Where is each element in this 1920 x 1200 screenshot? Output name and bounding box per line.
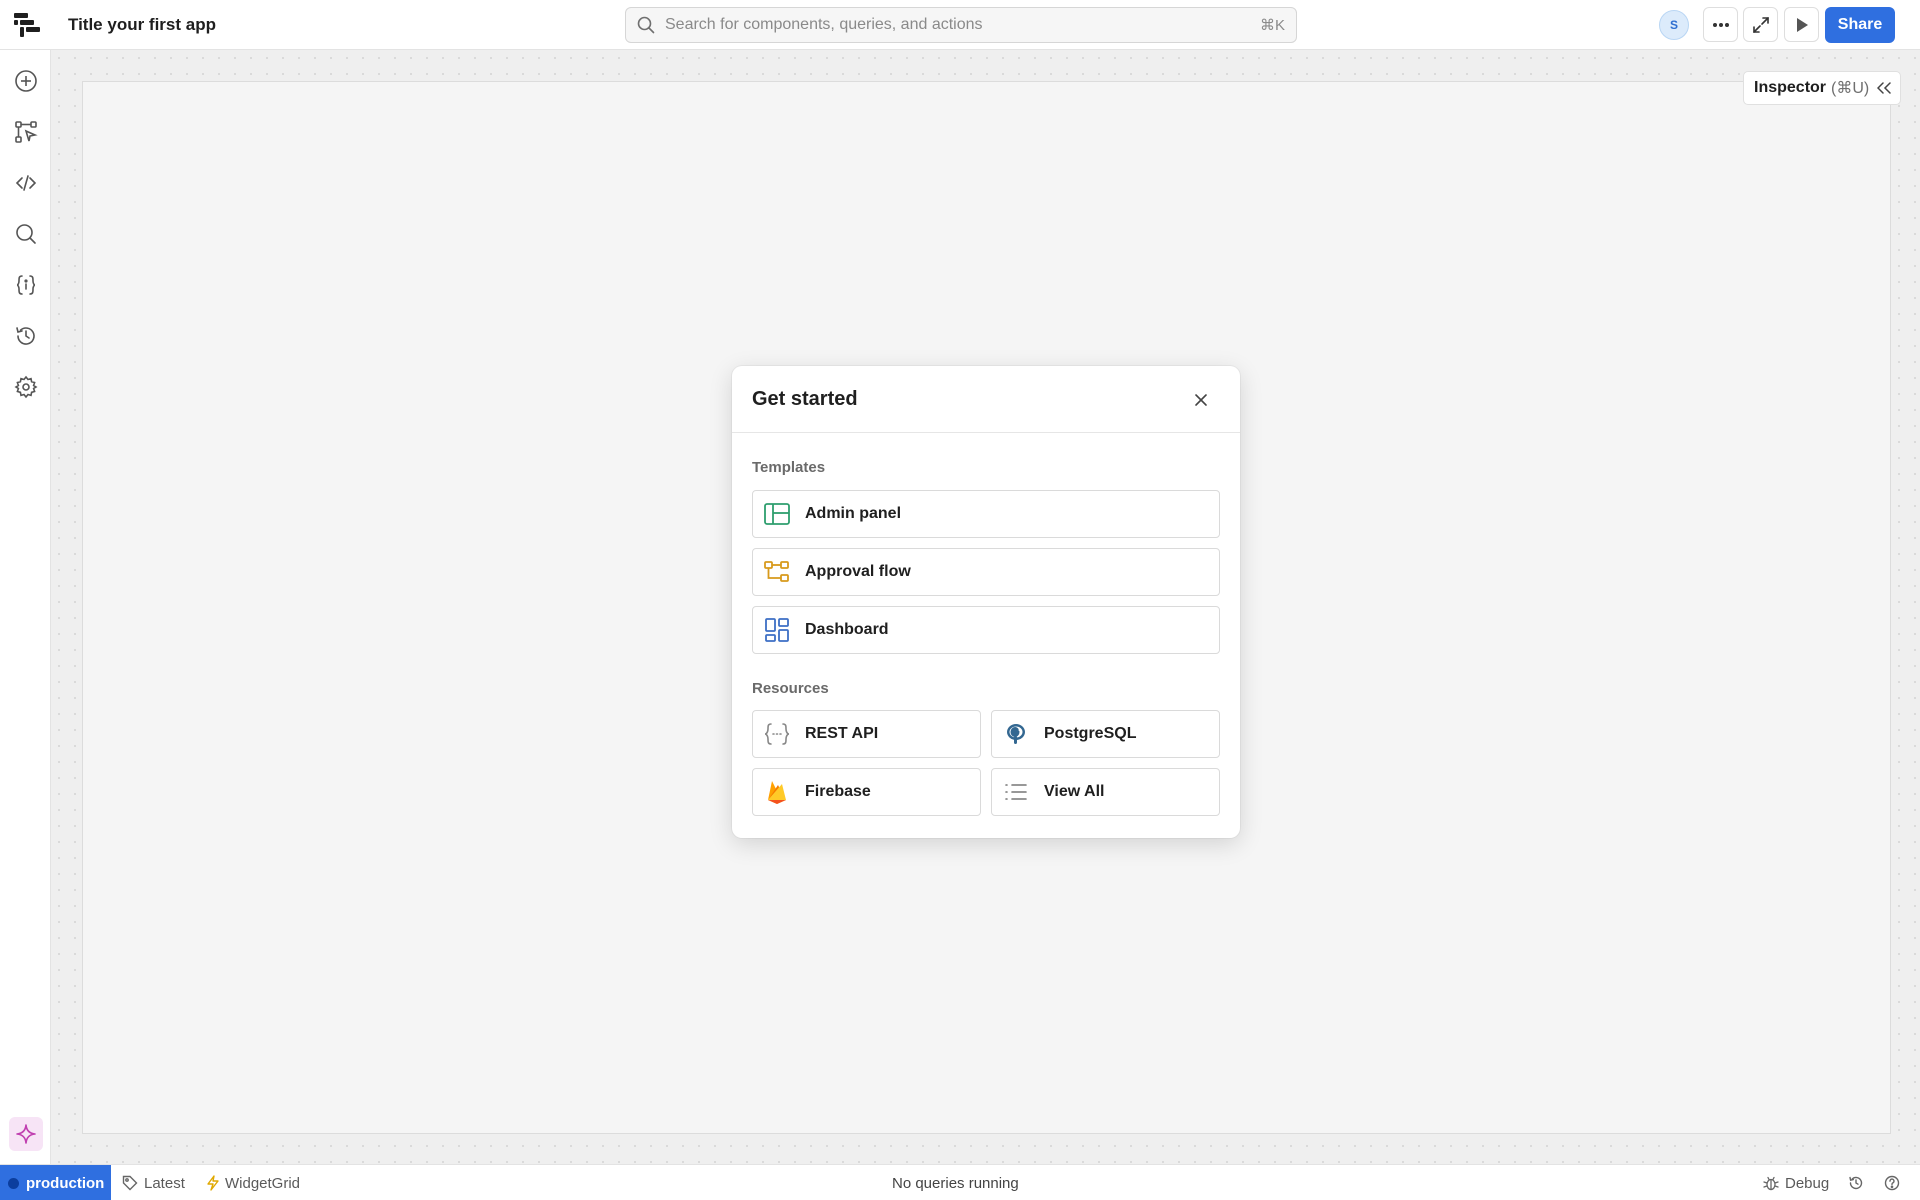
environment-selector[interactable]: production bbox=[0, 1165, 111, 1200]
dashboard-icon bbox=[764, 617, 790, 643]
history-icon bbox=[16, 327, 35, 345]
inspector-toggle[interactable]: Inspector (⌘U) bbox=[1743, 71, 1901, 105]
user-avatar[interactable]: S bbox=[1659, 10, 1689, 40]
search-input[interactable] bbox=[665, 16, 1260, 34]
resource-label: REST API bbox=[805, 725, 879, 742]
play-icon bbox=[1796, 17, 1808, 32]
postgresql-icon bbox=[1003, 721, 1029, 747]
resource-rest-api[interactable]: REST API bbox=[752, 710, 981, 758]
search-icon bbox=[16, 224, 36, 244]
search-button[interactable] bbox=[12, 220, 40, 248]
resource-label: PostgreSQL bbox=[1044, 725, 1137, 742]
history-button[interactable] bbox=[12, 322, 40, 350]
command-search[interactable]: ⌘K bbox=[625, 7, 1297, 43]
search-icon bbox=[637, 16, 655, 34]
modal-title: Get started bbox=[752, 388, 858, 410]
tag-icon bbox=[122, 1175, 138, 1191]
close-button[interactable] bbox=[1191, 390, 1211, 410]
retool-logo-icon[interactable] bbox=[14, 13, 40, 37]
variables-icon bbox=[16, 275, 36, 295]
top-bar: Title your first app ⌘K S Share bbox=[0, 0, 1920, 50]
close-icon bbox=[1195, 394, 1207, 406]
component-indicator[interactable]: WidgetGrid bbox=[207, 1165, 300, 1200]
templates-heading: Templates bbox=[752, 459, 826, 476]
resource-label: Firebase bbox=[805, 783, 871, 800]
inspector-label: Inspector bbox=[1754, 79, 1827, 96]
assist-sparkle-icon bbox=[16, 1124, 36, 1144]
component-label: WidgetGrid bbox=[225, 1174, 301, 1192]
get-started-modal: Get started Templates Admin panel Approv… bbox=[732, 366, 1240, 838]
debug-label: Debug bbox=[1785, 1174, 1830, 1192]
settings-button[interactable] bbox=[12, 373, 40, 401]
code-icon bbox=[15, 175, 37, 191]
template-label: Approval flow bbox=[805, 563, 911, 580]
history-icon bbox=[1849, 1176, 1863, 1190]
more-horizontal-icon bbox=[1712, 22, 1729, 27]
workflow-button[interactable] bbox=[12, 118, 40, 146]
preview-button[interactable] bbox=[1784, 7, 1819, 42]
assist-button[interactable] bbox=[9, 1117, 43, 1151]
resources-heading: Resources bbox=[752, 680, 829, 697]
template-label: Dashboard bbox=[805, 621, 889, 638]
template-admin-panel[interactable]: Admin panel bbox=[752, 490, 1220, 538]
resource-label: View All bbox=[1044, 783, 1105, 800]
code-button[interactable] bbox=[12, 169, 40, 197]
more-options-button[interactable] bbox=[1703, 7, 1738, 42]
search-shortcut: ⌘K bbox=[1259, 17, 1285, 34]
bug-icon bbox=[1763, 1176, 1779, 1191]
history-footer-button[interactable] bbox=[1848, 1165, 1864, 1200]
approval-flow-icon bbox=[764, 559, 790, 585]
resource-firebase[interactable]: Firebase bbox=[752, 768, 981, 816]
list-icon bbox=[1003, 779, 1029, 805]
workflow-icon bbox=[15, 121, 38, 143]
chevrons-left-icon[interactable] bbox=[1877, 82, 1891, 94]
environment-dot-icon bbox=[8, 1177, 19, 1189]
left-rail bbox=[0, 50, 51, 1164]
template-approval-flow[interactable]: Approval flow bbox=[752, 548, 1220, 596]
fullscreen-button[interactable] bbox=[1743, 7, 1778, 42]
version-selector[interactable]: Latest bbox=[122, 1165, 185, 1200]
expand-icon bbox=[1752, 16, 1769, 33]
resource-view-all[interactable]: View All bbox=[991, 768, 1220, 816]
help-icon bbox=[1884, 1175, 1900, 1191]
share-button[interactable]: Share bbox=[1825, 7, 1895, 43]
debug-button[interactable]: Debug bbox=[1763, 1165, 1829, 1200]
app-title[interactable]: Title your first app bbox=[68, 15, 216, 35]
lightning-icon bbox=[207, 1175, 219, 1191]
version-label: Latest bbox=[144, 1174, 185, 1192]
template-label: Admin panel bbox=[805, 505, 902, 522]
modal-header: Get started bbox=[732, 366, 1240, 433]
inspector-shortcut: (⌘U) bbox=[1831, 80, 1870, 97]
bottom-bar: production Latest WidgetGrid No queries … bbox=[0, 1164, 1920, 1200]
environment-label: production bbox=[26, 1174, 105, 1192]
rest-api-icon bbox=[764, 721, 790, 747]
add-icon bbox=[15, 70, 37, 92]
firebase-icon bbox=[764, 779, 790, 805]
state-button[interactable] bbox=[12, 271, 40, 299]
settings-icon bbox=[14, 375, 38, 399]
query-status: No queries running bbox=[892, 1175, 1019, 1192]
template-dashboard[interactable]: Dashboard bbox=[752, 606, 1220, 654]
resource-postgresql[interactable]: PostgreSQL bbox=[991, 710, 1220, 758]
add-component-button[interactable] bbox=[12, 67, 40, 95]
help-button[interactable] bbox=[1884, 1165, 1900, 1200]
admin-panel-icon bbox=[764, 501, 790, 527]
